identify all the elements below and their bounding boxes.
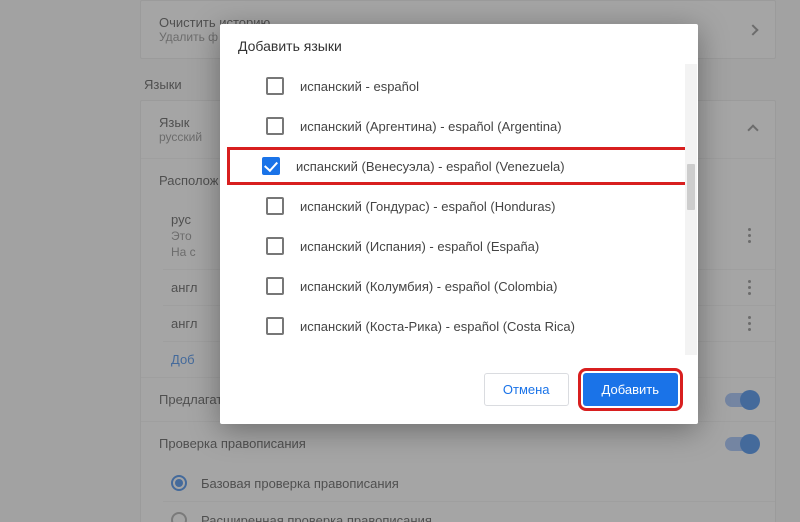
language-option-label: испанский (Гондурас) - español (Honduras… [300,199,555,214]
scrollbar-track[interactable] [685,64,697,355]
language-list[interactable]: испанский - español испанский (Аргентина)… [220,62,698,357]
dialog-title: Добавить языки [220,24,698,62]
checkbox-icon[interactable] [266,237,284,255]
add-button[interactable]: Добавить [583,373,678,406]
language-option[interactable]: испанский (Латинская Америка) - español … [260,346,684,357]
add-languages-dialog: Добавить языки испанский - españolиспанс… [220,24,698,424]
language-option[interactable]: испанский (Венесуэла) - español (Venezue… [228,148,688,184]
language-option-label: испанский (Коста-Рика) - español (Costa … [300,319,575,334]
language-option[interactable]: испанский (Коста-Рика) - español (Costa … [260,306,684,346]
language-option[interactable]: испанский (Аргентина) - español (Argenti… [260,106,684,146]
language-option-label: испанский (Венесуэла) - español (Venezue… [296,159,565,174]
checkbox-icon[interactable] [266,277,284,295]
language-option-label: испанский (Испания) - español (España) [300,239,539,254]
language-option[interactable]: испанский (Колумбия) - español (Colombia… [260,266,684,306]
dialog-footer: Отмена Добавить [220,357,698,424]
checkbox-icon[interactable] [266,117,284,135]
language-option[interactable]: испанский - español [260,66,684,106]
language-option-label: испанский (Аргентина) - español (Argenti… [300,119,562,134]
scrollbar-thumb[interactable] [687,164,695,210]
language-option-label: испанский - español [300,79,419,94]
language-option[interactable]: испанский (Гондурас) - español (Honduras… [260,186,684,226]
checkbox-icon[interactable] [266,317,284,335]
checkbox-icon[interactable] [266,197,284,215]
cancel-button[interactable]: Отмена [484,373,569,406]
checkbox-icon[interactable] [266,77,284,95]
checkbox-checked-icon[interactable] [262,157,280,175]
language-option-label: испанский (Колумбия) - español (Colombia… [300,279,557,294]
language-option[interactable]: испанский (Испания) - español (España) [260,226,684,266]
language-list-wrap: испанский - español испанский (Аргентина)… [220,62,698,357]
